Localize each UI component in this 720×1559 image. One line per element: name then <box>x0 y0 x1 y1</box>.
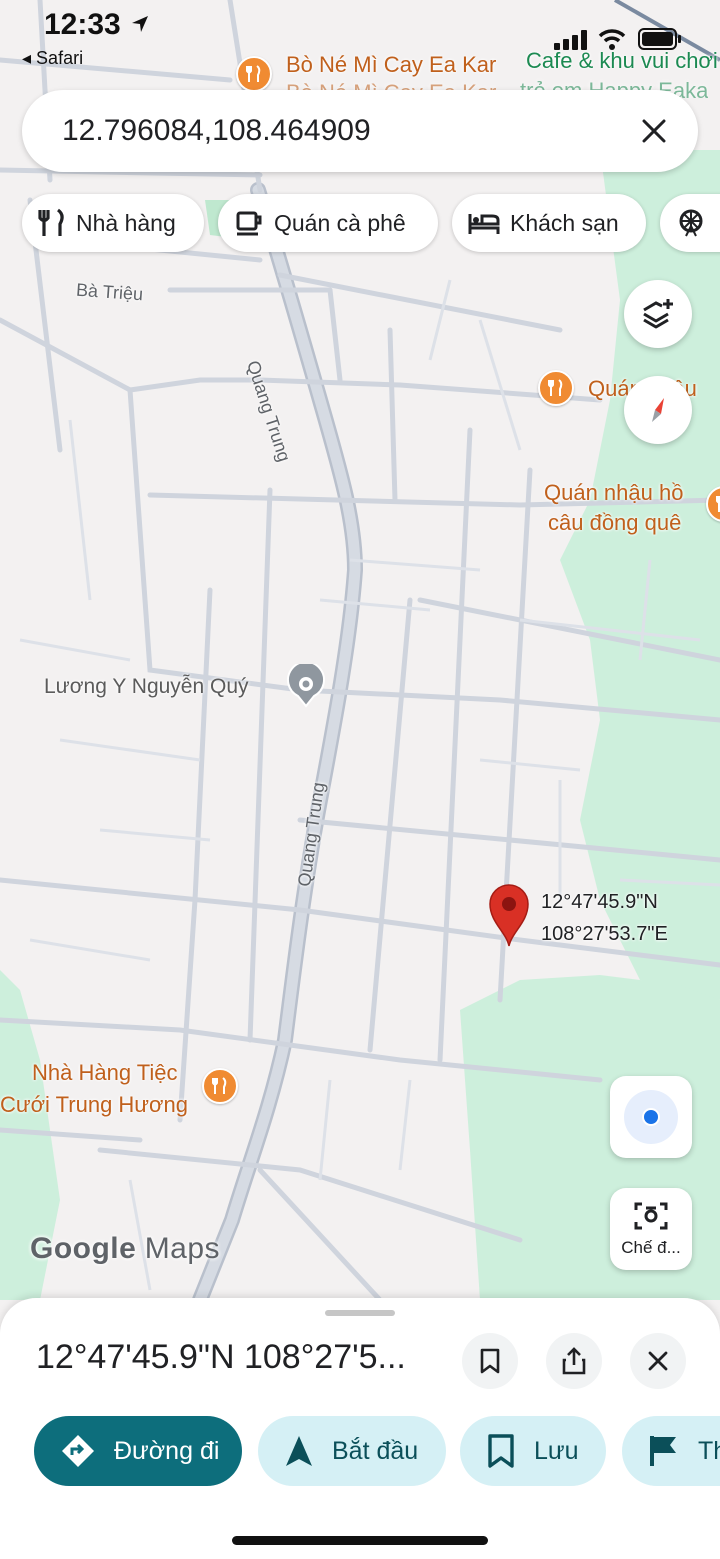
back-to-app[interactable]: ◂ Safari <box>22 48 83 69</box>
share-icon <box>562 1347 586 1375</box>
directions-icon <box>62 1435 94 1467</box>
maps-wordmark: Maps <box>144 1232 221 1265</box>
hotel-icon <box>468 214 500 234</box>
bookmark-icon <box>488 1434 514 1468</box>
camera-mode-label: Chế đ... <box>621 1238 681 1257</box>
dropped-pin[interactable] <box>486 882 532 948</box>
save-button[interactable]: Lưu <box>460 1416 606 1486</box>
place-icon <box>287 660 325 708</box>
chip-restaurants-label: Nhà hàng <box>76 209 176 236</box>
poi-label-quan-nhau-ho[interactable]: Quán nhậu hồ <box>544 480 683 506</box>
place-sheet[interactable]: 12°47'45.9"N 108°27'5... Đường đi Bắt đầ… <box>0 1298 720 1559</box>
chip-cafes-label: Quán cà phê <box>274 209 406 236</box>
clear-search-button[interactable] <box>632 109 676 153</box>
flag-icon <box>650 1436 676 1466</box>
my-location-icon <box>624 1090 678 1144</box>
camera-mode-button[interactable]: Chế đ... <box>610 1188 692 1270</box>
chip-restaurants[interactable]: Nhà hàng <box>22 194 204 252</box>
camera-icon <box>634 1202 668 1230</box>
google-maps-logo: Google Maps <box>30 1232 220 1266</box>
poi-sublabel-quan-nhau-ho: câu đồng quê <box>548 510 682 535</box>
poi-restaurant-nha-hang-tiec[interactable] <box>202 1068 238 1104</box>
restaurant-icon <box>716 496 720 512</box>
wifi-icon <box>598 29 626 50</box>
sheet-drag-handle[interactable] <box>325 1310 395 1316</box>
close-icon <box>648 1351 668 1371</box>
battery-icon <box>638 28 681 50</box>
poi-label-luong-y[interactable]: Lương Y Nguyễn Quý <box>44 674 249 700</box>
ferris-wheel-icon <box>679 209 703 237</box>
back-app-label: Safari <box>36 48 84 68</box>
share-button[interactable] <box>546 1333 602 1389</box>
chip-attractions[interactable] <box>660 194 720 252</box>
compass-icon <box>652 398 664 422</box>
place-pin-luong-y[interactable] <box>286 660 326 708</box>
save-label: Lưu <box>534 1436 579 1465</box>
restaurant-icon <box>212 1077 227 1094</box>
label-button[interactable]: Th <box>622 1416 720 1486</box>
cellular-signal-icon <box>554 30 587 50</box>
layers-icon <box>643 299 673 329</box>
start-button[interactable]: Bắt đầu <box>258 1416 446 1486</box>
dropped-pin-lat: 12°47'45.9"N <box>541 891 658 913</box>
search-input[interactable]: 12.796084,108.464909 <box>62 114 371 148</box>
google-wordmark: Google <box>30 1232 137 1265</box>
map-marker-icon <box>489 884 529 947</box>
restaurant-icon <box>38 208 64 236</box>
home-indicator[interactable] <box>232 1536 488 1545</box>
layers-button[interactable] <box>624 280 692 348</box>
chip-hotels-label: Khách sạn <box>510 209 619 236</box>
navigation-icon <box>286 1436 312 1466</box>
start-label: Bắt đầu <box>332 1436 419 1465</box>
status-bar: 12:33 ◂ Safari <box>0 0 720 80</box>
search-bar[interactable]: 12.796084,108.464909 <box>22 90 698 172</box>
save-place-button[interactable] <box>462 1333 518 1389</box>
chip-hotels[interactable]: Khách sạn <box>452 194 646 252</box>
poi-restaurant-quan-nhau[interactable] <box>538 370 574 406</box>
screen: Bà Triệu Quang Trung Quang Trung Bò Né M… <box>0 0 720 1559</box>
chip-cafes[interactable]: Quán cà phê <box>218 194 438 252</box>
restaurant-icon <box>548 379 563 396</box>
compass-button[interactable] <box>624 376 692 444</box>
bookmark-icon <box>480 1348 500 1374</box>
directions-button[interactable]: Đường đi <box>34 1416 242 1486</box>
place-title: 12°47'45.9"N 108°27'5... <box>36 1338 406 1376</box>
location-arrow-icon <box>132 16 148 32</box>
label-label: Th <box>698 1436 720 1465</box>
dropped-pin-lng: 108°27'53.7"E <box>541 923 668 945</box>
close-icon <box>642 119 666 143</box>
poi-sublabel-nha-hang-tiec: Cưới Trung Hương <box>0 1092 188 1117</box>
my-location-button[interactable] <box>610 1076 692 1158</box>
status-time: 12:33 <box>44 8 121 41</box>
coffee-icon <box>236 211 262 236</box>
directions-label: Đường đi <box>114 1436 220 1465</box>
close-sheet-button[interactable] <box>630 1333 686 1389</box>
poi-label-nha-hang-tiec[interactable]: Nhà Hàng Tiệc <box>32 1060 178 1086</box>
